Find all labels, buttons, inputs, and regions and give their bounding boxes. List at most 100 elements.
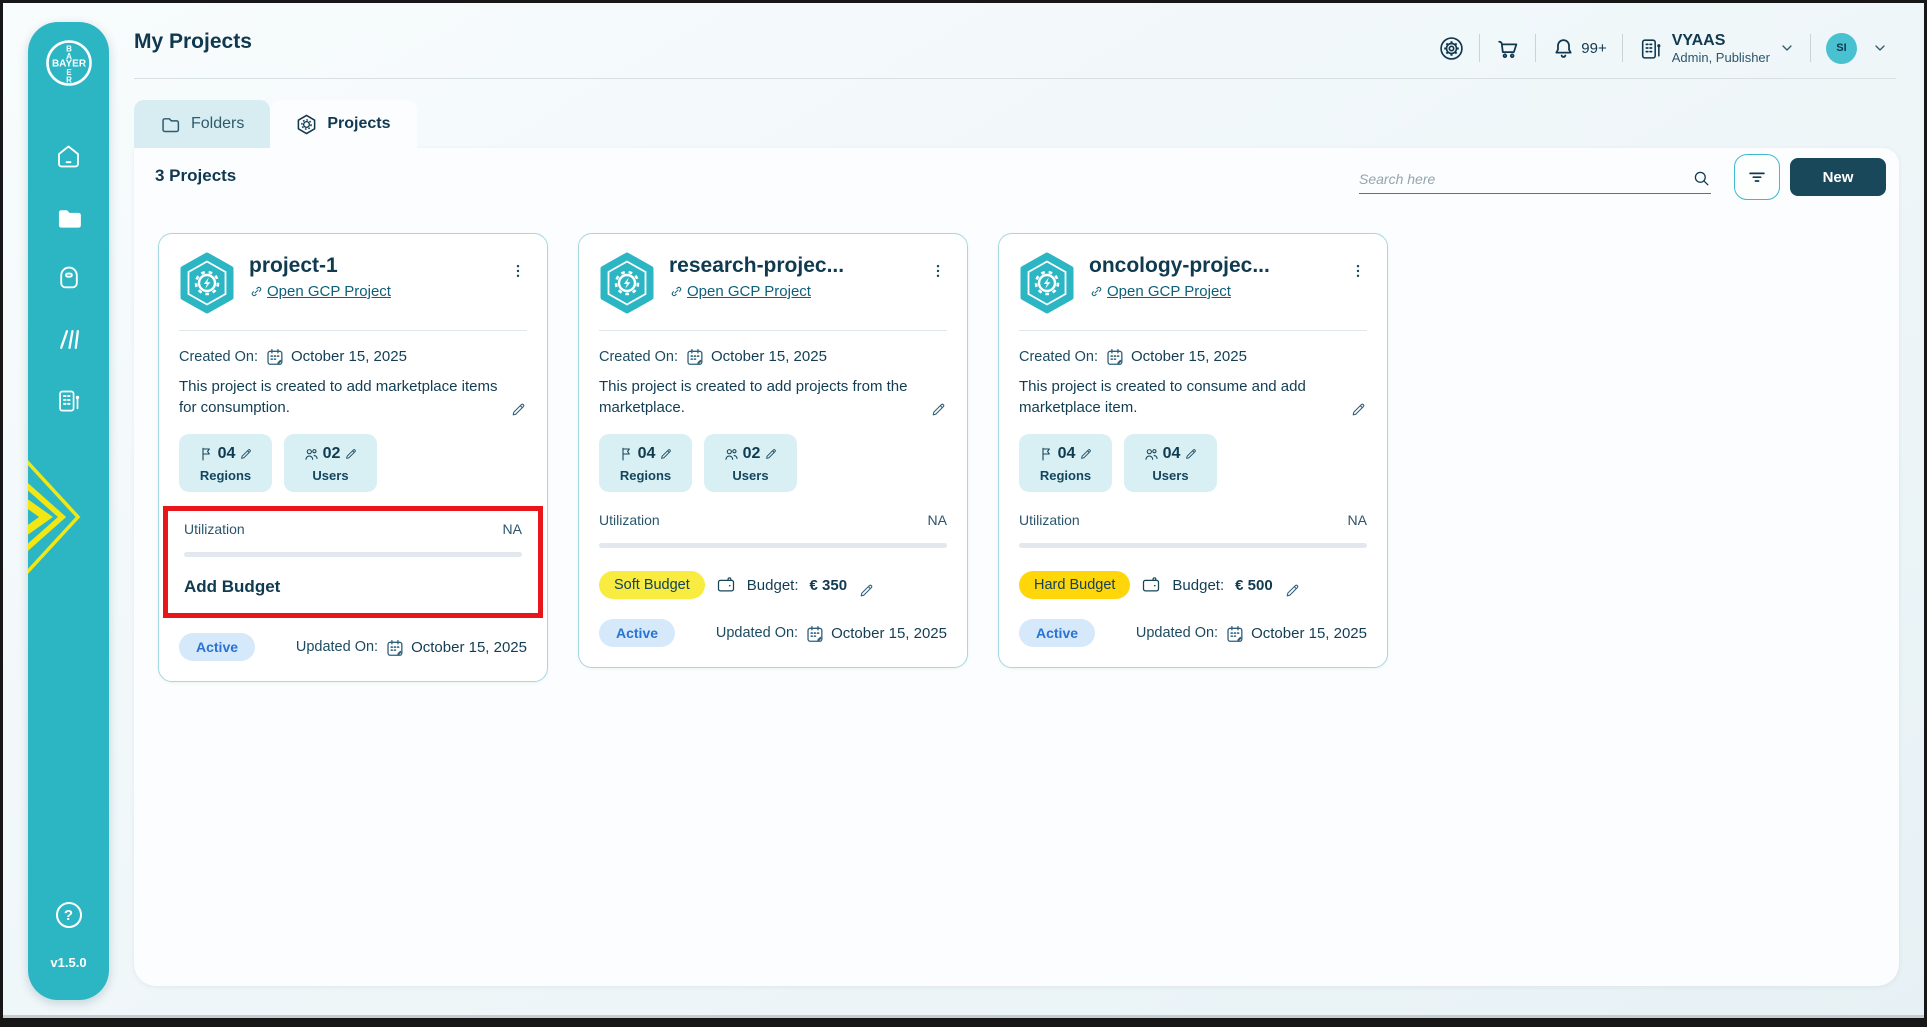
search-input[interactable] bbox=[1359, 171, 1692, 187]
window-bottom-strip bbox=[3, 1015, 1924, 1018]
regions-count: 04 bbox=[218, 445, 236, 463]
regions-count: 04 bbox=[1058, 445, 1076, 463]
updated-on-date: October 15, 2025 bbox=[831, 625, 947, 642]
org-switcher[interactable]: VYAAS Admin, Publisher bbox=[1638, 32, 1795, 65]
org-name: VYAAS bbox=[1672, 32, 1770, 50]
org-roles: Admin, Publisher bbox=[1672, 50, 1770, 65]
svg-text:A: A bbox=[66, 52, 72, 61]
tab-bar: Folders Projects bbox=[134, 100, 417, 148]
budget-type-badge: Soft Budget bbox=[599, 571, 705, 599]
search-icon[interactable] bbox=[1692, 169, 1711, 188]
wallet-icon bbox=[1141, 575, 1161, 595]
divider bbox=[599, 330, 947, 331]
kebab-menu-icon[interactable] bbox=[1349, 258, 1367, 284]
link-icon bbox=[1089, 284, 1104, 299]
edit-users-icon[interactable] bbox=[344, 447, 358, 461]
created-on-label: Created On: bbox=[599, 349, 678, 365]
users-badge[interactable]: 02 Users bbox=[284, 434, 377, 492]
edit-description-icon[interactable] bbox=[510, 401, 527, 418]
folder-icon bbox=[160, 114, 181, 135]
filter-button[interactable] bbox=[1734, 154, 1780, 200]
project-hexagon-icon bbox=[599, 252, 655, 314]
tab-projects[interactable]: Projects bbox=[270, 100, 416, 148]
avatar[interactable]: SI bbox=[1826, 33, 1857, 64]
settings-icon[interactable] bbox=[1439, 36, 1464, 61]
project-hexagon-icon bbox=[179, 252, 235, 314]
folders-icon[interactable] bbox=[55, 204, 82, 231]
users-badge[interactable]: 02 Users bbox=[704, 434, 797, 492]
kebab-menu-icon[interactable] bbox=[929, 258, 947, 284]
open-gcp-link[interactable]: Open GCP Project bbox=[669, 283, 915, 300]
wallet-icon bbox=[716, 575, 736, 595]
add-budget-link[interactable]: Add Budget bbox=[184, 577, 280, 597]
tab-folders[interactable]: Folders bbox=[134, 100, 270, 148]
project-description: This project is created to consume and a… bbox=[1019, 376, 1340, 418]
annotation-highlight-box: Utilization NA Add Budget bbox=[163, 506, 543, 618]
calendar-icon bbox=[1225, 624, 1244, 643]
flag-icon bbox=[618, 446, 634, 462]
edit-budget-icon[interactable] bbox=[858, 582, 875, 599]
calendar-icon bbox=[265, 347, 284, 366]
edit-description-icon[interactable] bbox=[930, 401, 947, 418]
users-icon bbox=[303, 446, 319, 462]
utilization-label: Utilization bbox=[599, 512, 660, 528]
org-building-icon bbox=[1638, 36, 1663, 61]
edit-description-icon[interactable] bbox=[1350, 401, 1367, 418]
regions-badge[interactable]: 04 Regions bbox=[1019, 434, 1112, 492]
search-field bbox=[1359, 164, 1711, 194]
regions-count: 04 bbox=[638, 445, 656, 463]
utilization-value: NA bbox=[928, 512, 947, 528]
help-icon[interactable]: ? bbox=[56, 902, 82, 928]
utilization-value: NA bbox=[1348, 512, 1367, 528]
notifications-button[interactable]: 99+ bbox=[1551, 36, 1606, 61]
budget-type-badge: Hard Budget bbox=[1019, 571, 1130, 599]
users-count: 02 bbox=[743, 445, 761, 463]
regions-label: Regions bbox=[179, 468, 272, 483]
created-on-label: Created On: bbox=[1019, 349, 1098, 365]
cart-icon[interactable] bbox=[1495, 36, 1520, 61]
regions-badge[interactable]: 04 Regions bbox=[179, 434, 272, 492]
new-project-button[interactable]: New bbox=[1790, 158, 1886, 196]
sidebar: BAYER B A E R ? v1.5.0 bbox=[28, 22, 109, 1000]
header-divider bbox=[1622, 34, 1623, 62]
home-icon[interactable] bbox=[55, 143, 82, 170]
chevron-decoration bbox=[28, 442, 88, 592]
edit-users-icon[interactable] bbox=[1184, 447, 1198, 461]
kebab-menu-icon[interactable] bbox=[509, 258, 527, 284]
calendar-icon bbox=[685, 347, 704, 366]
edit-users-icon[interactable] bbox=[764, 447, 778, 461]
edit-regions-icon[interactable] bbox=[1079, 447, 1093, 461]
chevron-down-icon[interactable] bbox=[1872, 40, 1888, 56]
calendar-icon bbox=[385, 638, 404, 657]
divider bbox=[179, 330, 527, 331]
edit-regions-icon[interactable] bbox=[659, 447, 673, 461]
open-gcp-link[interactable]: Open GCP Project bbox=[1089, 283, 1335, 300]
regions-badge[interactable]: 04 Regions bbox=[599, 434, 692, 492]
flag-icon bbox=[1038, 446, 1054, 462]
users-count: 02 bbox=[323, 445, 341, 463]
project-title: research-projec... bbox=[669, 254, 915, 278]
project-card: project-1 Open GCP Project Created On: O… bbox=[158, 233, 548, 682]
projects-panel: 3 Projects New project-1 Open GCP Projec… bbox=[134, 148, 1899, 986]
edit-regions-icon[interactable] bbox=[239, 447, 253, 461]
marketplace-bag-icon[interactable] bbox=[55, 265, 82, 292]
project-hexagon-icon bbox=[296, 114, 317, 135]
users-label: Users bbox=[704, 468, 797, 483]
users-count: 04 bbox=[1163, 445, 1181, 463]
regions-label: Regions bbox=[599, 468, 692, 483]
users-label: Users bbox=[1124, 468, 1217, 483]
utilization-label: Utilization bbox=[1019, 512, 1080, 528]
updated-on-label: Updated On: bbox=[296, 639, 378, 655]
organization-icon[interactable] bbox=[55, 387, 82, 414]
users-badge[interactable]: 04 Users bbox=[1124, 434, 1217, 492]
bayer-logo: BAYER B A E R bbox=[45, 39, 93, 87]
utilization-progress-bar bbox=[599, 543, 947, 548]
users-label: Users bbox=[284, 468, 377, 483]
edit-budget-icon[interactable] bbox=[1284, 582, 1301, 599]
open-gcp-link[interactable]: Open GCP Project bbox=[249, 283, 495, 300]
utilization-progress-bar bbox=[1019, 543, 1367, 548]
created-on-date: October 15, 2025 bbox=[711, 348, 827, 365]
utilization-progress-bar bbox=[184, 552, 522, 557]
project-title: project-1 bbox=[249, 254, 495, 278]
analytics-icon[interactable] bbox=[55, 326, 82, 353]
